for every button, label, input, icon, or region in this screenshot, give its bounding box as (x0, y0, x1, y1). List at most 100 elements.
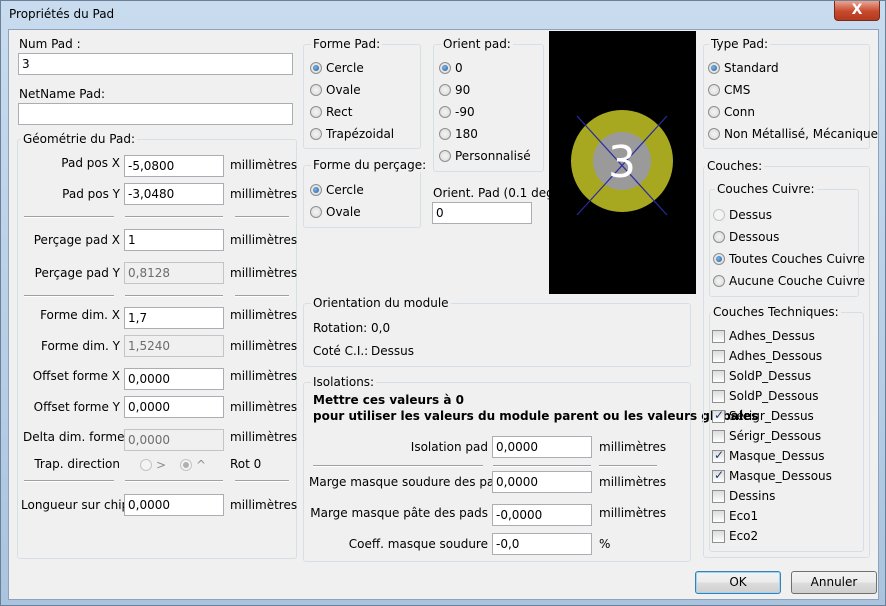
shape-x-unit: millimètres (230, 308, 298, 322)
layer-soldp-bottom-checkbox[interactable]: SoldP_Dessous (712, 389, 832, 405)
layer-eco2-checkbox[interactable]: Eco2 (712, 529, 832, 545)
radio-label: 90 (455, 83, 471, 97)
drill-x-label: Perçage pad X (33, 233, 120, 247)
checkbox-label: SoldP_Dessus (729, 369, 812, 383)
radio-label: Aucune Couche Cuivre (729, 274, 866, 288)
layer-silk-top-checkbox[interactable]: Sérigr_Dessus (712, 408, 832, 425)
pad-number-text: 3 (608, 137, 636, 188)
clearance-input[interactable]: 0,0000 (492, 436, 592, 458)
close-button[interactable]: X (834, 1, 880, 21)
pad-type-npth-radio[interactable]: Non Métallisé, Mécanique (708, 126, 878, 142)
layer-mask-bottom-checkbox[interactable]: Masque_Dessous (712, 468, 832, 485)
shape-y-unit: millimètres (230, 339, 298, 353)
trap-rotation-text: Rot 0 (230, 457, 262, 471)
offset-y-label: Offset forme Y (33, 400, 120, 414)
separator (235, 216, 289, 218)
pos-x-input[interactable]: -5,0800 (124, 155, 224, 177)
layer-adhes-top-checkbox[interactable]: Adhes_Dessus (712, 329, 832, 345)
isolations-note-line2: pour utiliser les valeurs du module pare… (313, 409, 759, 423)
orient-90-radio[interactable]: 90 (439, 82, 529, 98)
orient-value-input[interactable]: 0 (432, 202, 532, 224)
layer-eco1-checkbox[interactable]: Eco1 (712, 509, 832, 525)
paste-margin-input[interactable]: -0,0000 (492, 504, 592, 526)
pad-shape-oval-radio[interactable]: Ovale (310, 82, 410, 98)
copper-top-radio[interactable]: Dessus (713, 207, 853, 223)
mask-margin-label: Marge masque soudure des pads (309, 475, 509, 489)
delta-input[interactable]: 0,0000 (124, 429, 224, 451)
delta-label: Delta dim. forme (23, 430, 125, 444)
netname-input[interactable] (18, 103, 293, 125)
orient-0-radio[interactable]: 0 (439, 60, 529, 76)
chip-length-input[interactable]: 0,0000 (124, 494, 224, 516)
radio-label: Personnalisé (455, 149, 531, 163)
orient-minus-90-radio[interactable]: -90 (439, 104, 529, 120)
pad-type-smd-radio[interactable]: CMS (708, 82, 858, 98)
radio-label: Dessus (729, 208, 772, 222)
drill-shape-oval-radio[interactable]: Ovale (310, 204, 410, 220)
drill-y-unit: millimètres (230, 266, 298, 280)
drill-x-input[interactable]: 1 (124, 229, 224, 251)
radio-label: -90 (455, 105, 475, 119)
separator (235, 295, 289, 297)
mask-coeff-input[interactable]: -0,0 (492, 533, 592, 555)
chip-length-label: Longueur sur chip (21, 498, 130, 512)
radio-indicator (713, 253, 725, 265)
layers-title: Couches: (705, 159, 765, 173)
pad-shape-rect-radio[interactable]: Rect (310, 104, 410, 120)
radio-indicator (310, 184, 322, 196)
radio-indicator (708, 62, 720, 74)
pad-type-title: Type Pad: (709, 37, 771, 51)
title-bar[interactable]: Propriétés du Pad X (1, 1, 885, 29)
module-orientation-title: Orientation du module (311, 296, 451, 310)
drill-y-label: Perçage pad Y (34, 266, 120, 280)
cancel-button[interactable]: Annuler (791, 571, 877, 594)
ok-button[interactable]: OK (695, 571, 781, 594)
trap-direction-vertical-radio[interactable]: ^ (180, 457, 210, 473)
radio-label: 180 (455, 127, 478, 141)
radio-indicator (439, 128, 451, 140)
copper-bottom-radio[interactable]: Dessous (713, 229, 853, 245)
checkbox-label: SoldP_Dessous (729, 389, 819, 403)
separator (125, 480, 223, 482)
pos-y-label: Pad pos Y (62, 187, 120, 201)
radio-indicator (708, 84, 720, 96)
num-pad-label: Num Pad : (19, 37, 81, 51)
num-pad-input[interactable]: 3 (18, 53, 293, 75)
mask-coeff-unit: % (599, 537, 611, 551)
separator (125, 295, 223, 297)
orient-custom-radio[interactable]: Personnalisé (439, 148, 539, 164)
layer-adhes-bottom-checkbox[interactable]: Adhes_Dessous (712, 349, 832, 365)
checkbox-box (712, 350, 725, 363)
radio-label: Conn (724, 105, 755, 119)
radio-indicator (713, 209, 725, 221)
pad-shape-circle-radio[interactable]: Cercle (310, 60, 410, 76)
pad-type-standard-radio[interactable]: Standard (708, 60, 858, 76)
offset-x-input[interactable]: 0,0000 (124, 368, 224, 390)
pos-y-input[interactable]: -3,0480 (124, 183, 224, 205)
trap-direction-horizontal-radio[interactable]: > (140, 457, 170, 473)
copper-all-radio[interactable]: Toutes Couches Cuivre (713, 251, 865, 267)
paste-margin-label: Marge masque pâte des pads (310, 506, 488, 520)
offset-y-input[interactable]: 0,0000 (124, 396, 224, 418)
pad-type-conn-radio[interactable]: Conn (708, 104, 858, 120)
layer-mask-top-checkbox[interactable]: Masque_Dessus (712, 448, 832, 465)
paste-margin-unit: millimètres (599, 506, 667, 520)
separator (313, 465, 483, 467)
pad-shape-trapezoid-radio[interactable]: Trapézoidal (310, 126, 415, 142)
shape-y-input[interactable]: 1,5240 (124, 335, 224, 357)
copper-none-radio[interactable]: Aucune Couche Cuivre (713, 273, 865, 289)
mask-margin-input[interactable]: 0,0000 (492, 471, 592, 493)
pad-preview-canvas: 3 (549, 31, 696, 294)
orient-180-radio[interactable]: 180 (439, 126, 529, 142)
drill-y-input[interactable]: 0,8128 (124, 262, 224, 284)
layer-drawings-checkbox[interactable]: Dessins (712, 489, 832, 505)
layer-silk-bottom-checkbox[interactable]: Sérigr_Dessous (712, 429, 832, 445)
shape-y-label: Forme dim. Y (40, 339, 120, 353)
drill-shape-circle-radio[interactable]: Cercle (310, 182, 410, 198)
separator (24, 216, 114, 218)
shape-x-label: Forme dim. X (40, 308, 120, 322)
layer-soldp-top-checkbox[interactable]: SoldP_Dessus (712, 369, 832, 385)
checkbox-label: Eco2 (729, 529, 759, 543)
offset-y-unit: millimètres (230, 400, 298, 414)
shape-x-input[interactable]: 1,7 (124, 307, 224, 329)
